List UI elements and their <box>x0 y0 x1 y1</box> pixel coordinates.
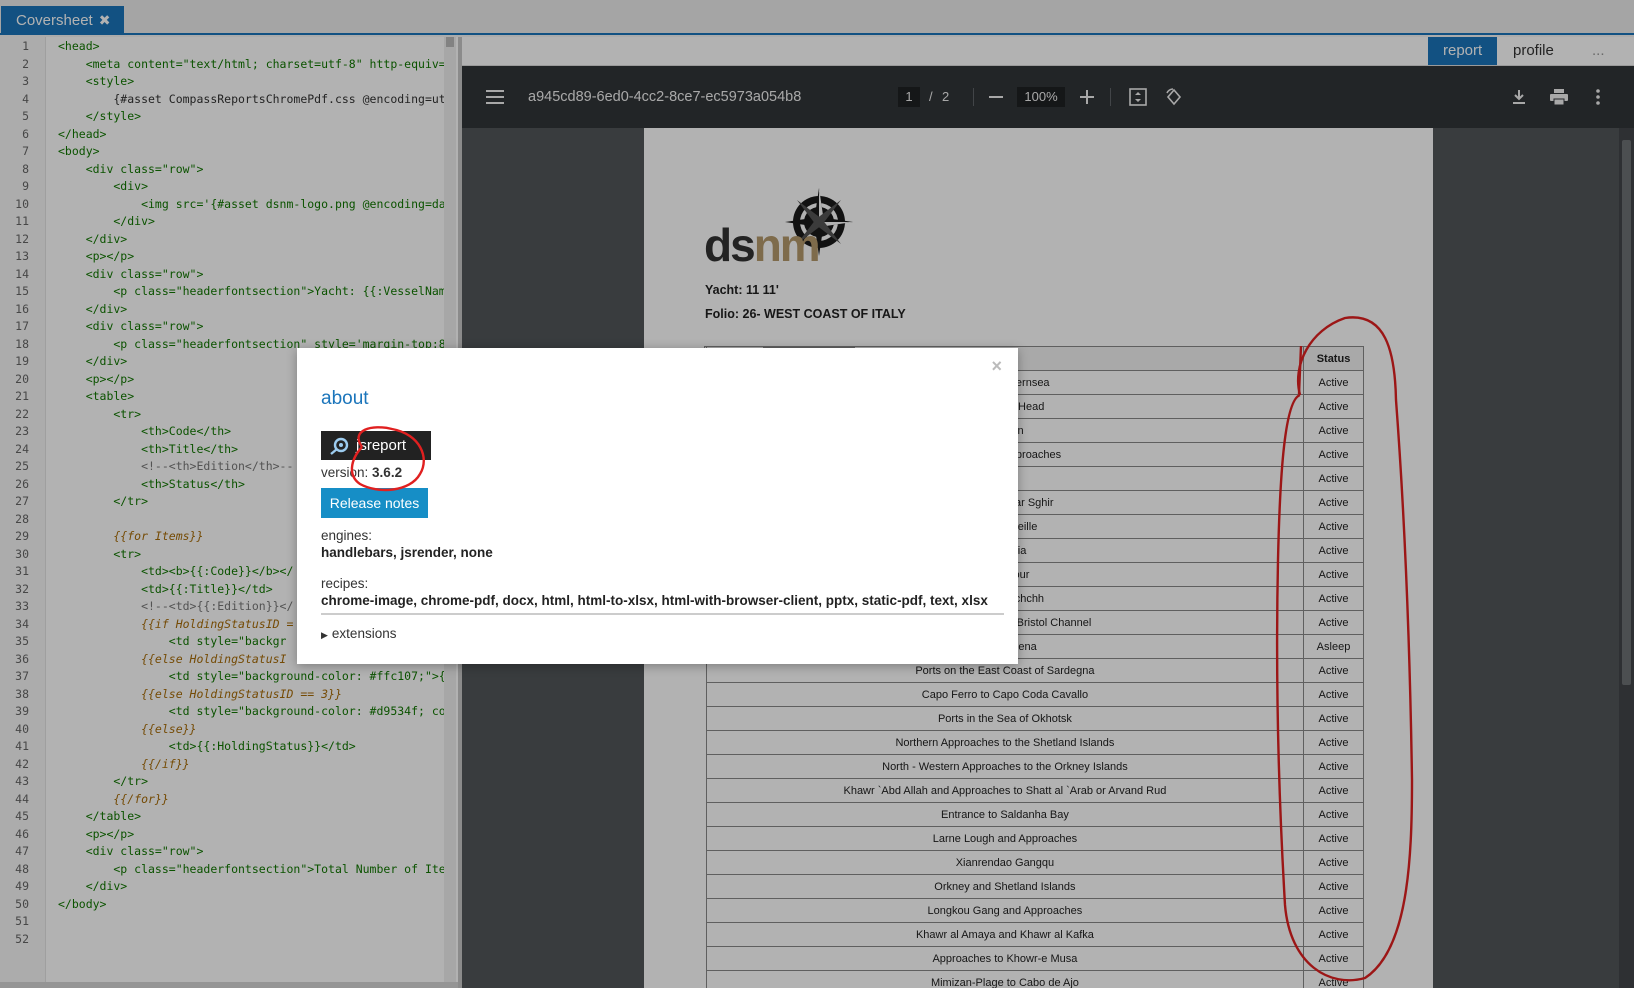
about-dialog: × about jsreport version: 3.6.2 Release … <box>297 348 1018 664</box>
version-value: 3.6.2 <box>372 465 403 480</box>
version-row: version: 3.6.2 <box>321 465 402 480</box>
jsreport-brand: jsreport <box>321 431 431 460</box>
brand-name: jsreport <box>356 437 407 454</box>
divider <box>321 613 1004 615</box>
engines-label: engines: <box>321 528 373 543</box>
engines-value: handlebars, jsrender, none <box>321 545 493 560</box>
close-icon[interactable]: × <box>991 356 1002 377</box>
release-notes-button[interactable]: Release notes <box>321 488 428 518</box>
dialog-title: about <box>321 388 369 409</box>
recipes-label: recipes: <box>321 576 369 591</box>
version-label: version: <box>321 465 369 480</box>
extensions-label: extensions <box>331 626 397 641</box>
extensions-toggle[interactable]: ▶ extensions <box>321 626 396 641</box>
jsreport-logo-icon <box>330 437 349 455</box>
caret-right-icon: ▶ <box>321 630 328 640</box>
recipes-value: chrome-image, chrome-pdf, docx, html, ht… <box>321 593 988 608</box>
